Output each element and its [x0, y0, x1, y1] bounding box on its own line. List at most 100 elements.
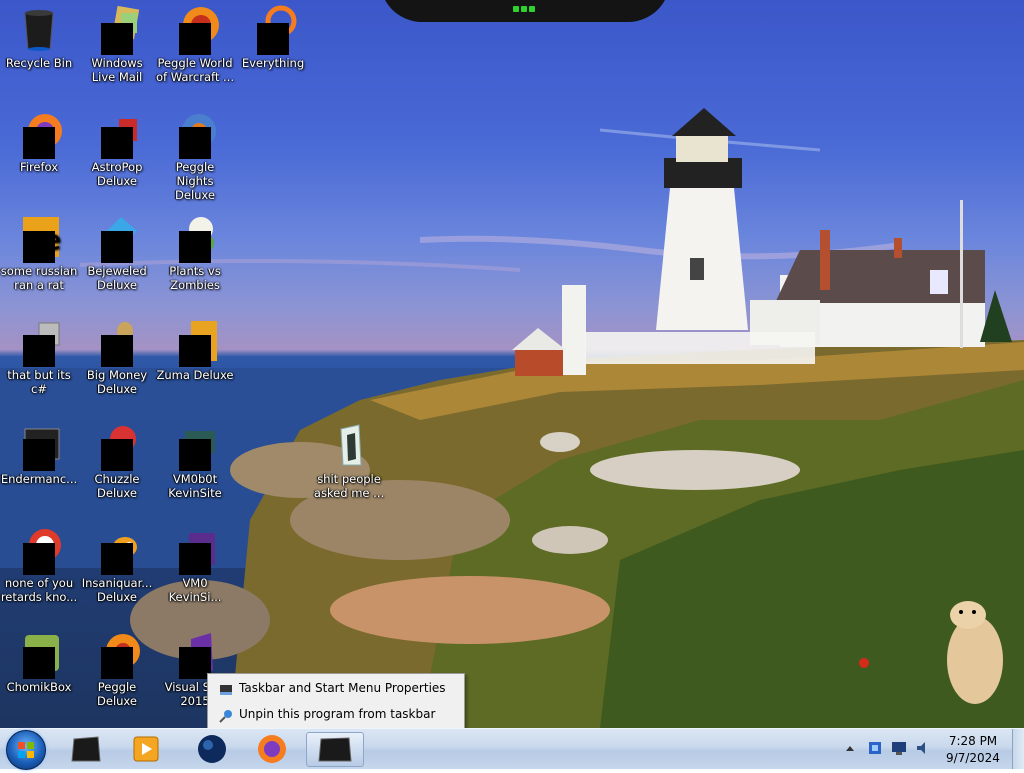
icon-label: ChomikBox	[6, 680, 72, 694]
chevron-up-icon	[846, 746, 854, 751]
start-button[interactable]	[6, 730, 46, 770]
app-icon	[71, 736, 101, 762]
vm-icon	[171, 421, 219, 471]
desktop-icon-shit-people[interactable]: shit people asked me ...	[310, 418, 388, 500]
app-icon	[318, 737, 352, 762]
taskbar-icon	[219, 681, 233, 695]
icon-label: VM0b0t KevinSite	[168, 472, 222, 500]
peggle-wow-icon	[171, 5, 219, 55]
icon-label: some russian ran a rat	[0, 264, 78, 292]
desktop-icon-vm0b0t[interactable]: VM0b0t KevinSite	[156, 418, 234, 500]
shortcut-icon	[15, 317, 63, 367]
icon-label: Insaniquar... Deluxe	[81, 576, 153, 604]
windows-orb-icon	[18, 742, 34, 758]
icon-label: that but its c#	[7, 368, 71, 396]
show-hidden-icons-button[interactable]	[845, 741, 855, 760]
desktop-icon-that-but-its-c[interactable]: that but its c#	[0, 314, 78, 396]
icon-label: Windows Live Mail	[91, 56, 143, 84]
icon-label: Peggle World of Warcraft ...	[156, 56, 234, 84]
desktop-icon-none-of-you[interactable]: none of you retards kno...	[0, 522, 78, 604]
unpin-menu-item[interactable]: Unpin this program from taskbar	[208, 702, 464, 726]
taskbar: 7:28 PM 9/7/2024	[0, 728, 1024, 770]
clock-time: 7:28 PM	[948, 734, 998, 748]
tray-icon[interactable]	[866, 739, 884, 761]
icon-label: Peggle Nights Deluxe	[175, 160, 215, 202]
firefox-icon	[15, 109, 63, 159]
taskbar-app-button[interactable]	[62, 731, 110, 767]
desktop-icon-plants-vs-zombies[interactable]: Plants vs Zombies	[156, 210, 234, 292]
desktop-icon-vm0-kevinsite[interactable]: VM0 KevinSi...	[156, 522, 234, 604]
program-icon	[15, 421, 63, 471]
icon-label: Zuma Deluxe	[156, 368, 234, 382]
program-icon: e	[15, 213, 63, 263]
media-player-icon	[133, 736, 159, 762]
desktop-icon-insaniquarium[interactable]: Insaniquar... Deluxe	[78, 522, 156, 604]
chomikbox-icon	[15, 629, 63, 679]
visual-studio-icon	[171, 629, 219, 679]
recycle-bin-icon	[15, 5, 63, 53]
taskbar-media-player-button[interactable]	[122, 731, 170, 767]
gadget-bar	[380, 0, 670, 22]
volume-tray-icon	[917, 742, 925, 754]
unpin-icon	[219, 707, 233, 723]
network-tray-icon	[869, 742, 881, 754]
menu-item-label: Unpin this program from taskbar	[239, 707, 436, 721]
peggle-nights-icon	[171, 109, 219, 159]
vm-icon	[171, 525, 219, 575]
icon-label: Recycle Bin	[5, 56, 73, 70]
peggle-icon	[93, 629, 141, 679]
insaniquarium-icon	[93, 525, 141, 575]
desktop-icon-peggle-nights[interactable]: Peggle Nights Deluxe	[156, 106, 234, 202]
icon-label: Endermanc...	[0, 472, 78, 486]
desktop-icon-big-money[interactable]: Big Money Deluxe	[78, 314, 156, 396]
desktop-icon-peggle[interactable]: Peggle Deluxe	[78, 626, 156, 708]
astropop-icon	[93, 109, 141, 159]
chuzzle-icon	[93, 421, 141, 471]
clock[interactable]: 7:28 PM 9/7/2024	[938, 733, 1008, 767]
desktop-icon-endermanc[interactable]: Endermanc...	[0, 418, 78, 486]
monitor-tray-icon	[892, 742, 906, 755]
icon-label: Big Money Deluxe	[86, 368, 148, 396]
desktop[interactable]: Recycle Bin Windows Live Mail Peggle Wor…	[0, 0, 1024, 728]
zuma-icon	[171, 317, 219, 367]
menu-item-label: Taskbar and Start Menu Properties	[239, 681, 446, 695]
taskbar-globe-button[interactable]	[188, 731, 236, 767]
desktop-icon-some-russian[interactable]: e some russian ran a rat	[0, 210, 78, 292]
icon-label: Plants vs Zombies	[169, 264, 221, 292]
icon-label: Peggle Deluxe	[97, 680, 137, 708]
folder-icon	[325, 421, 373, 469]
desktop-icon-astropop[interactable]: AstroPop Deluxe	[78, 106, 156, 188]
clock-date: 9/7/2024	[946, 751, 1000, 765]
windows-live-mail-icon	[93, 5, 141, 55]
icon-label: Everything	[241, 56, 305, 70]
desktop-icon-firefox[interactable]: Firefox	[0, 106, 78, 174]
icon-label: VM0 KevinSi...	[168, 576, 222, 604]
desktop-icon-chuzzle[interactable]: Chuzzle Deluxe	[78, 418, 156, 500]
icon-label: AstroPop Deluxe	[91, 160, 143, 188]
taskbar-firefox-button[interactable]	[248, 731, 296, 767]
taskbar-properties-menu-item[interactable]: Taskbar and Start Menu Properties	[208, 676, 464, 700]
icon-label: Firefox	[19, 160, 59, 174]
bejeweled-icon	[93, 213, 141, 263]
show-desktop-button[interactable]	[1012, 729, 1024, 769]
everything-search-icon	[249, 5, 297, 55]
desktop-icon-bejeweled[interactable]: Bejeweled Deluxe	[78, 210, 156, 292]
taskbar-active-app-button[interactable]	[306, 732, 364, 767]
icon-label: shit people asked me ...	[313, 472, 385, 500]
tray-icon[interactable]	[890, 739, 908, 761]
desktop-icon-peggle-wow[interactable]: Peggle World of Warcraft ...	[156, 2, 234, 84]
globe-icon	[198, 735, 226, 763]
big-money-icon	[93, 317, 141, 367]
firefox-icon	[258, 735, 286, 763]
program-icon	[15, 525, 63, 575]
icon-label: Bejeweled Deluxe	[87, 264, 147, 292]
desktop-icon-recycle-bin[interactable]: Recycle Bin	[0, 2, 78, 70]
desktop-icon-everything[interactable]: Everything	[234, 2, 312, 70]
desktop-icon-chomikbox[interactable]: ChomikBox	[0, 626, 78, 694]
desktop-icon-windows-live-mail[interactable]: Windows Live Mail	[78, 2, 156, 84]
tray-icon[interactable]	[914, 739, 932, 761]
taskbar-jump-list-menu: Taskbar and Start Menu Properties Unpin …	[207, 673, 465, 728]
desktop-icon-zuma[interactable]: Zuma Deluxe	[156, 314, 234, 382]
plants-vs-zombies-icon	[171, 213, 219, 263]
icon-label: Chuzzle Deluxe	[94, 472, 140, 500]
